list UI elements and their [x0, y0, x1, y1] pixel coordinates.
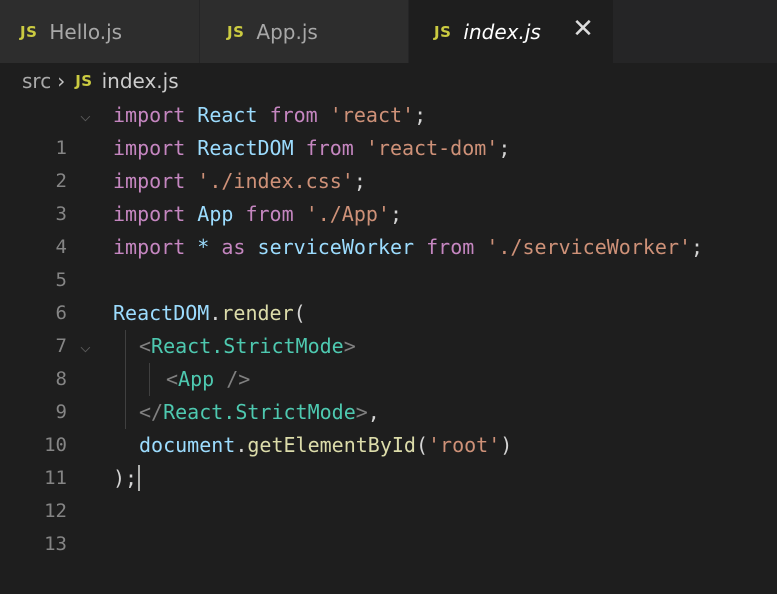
- tab-index-js[interactable]: JS index.js ✕: [409, 0, 614, 63]
- javascript-file-icon: JS: [75, 72, 93, 90]
- fold-chevron-icon[interactable]: ⌵: [80, 330, 91, 363]
- code-line: 13: [0, 495, 777, 555]
- code-editor[interactable]: 1 ⌵ import React from 'react'; 2 import …: [0, 99, 777, 555]
- code-line: 12 );: [0, 462, 777, 522]
- fold-chevron-icon[interactable]: ⌵: [80, 99, 91, 132]
- javascript-file-icon: JS: [20, 22, 38, 41]
- code-line: 1 ⌵ import React from 'react';: [0, 99, 777, 159]
- tab-label: App.js: [256, 19, 318, 44]
- chevron-right-icon: ›: [57, 69, 66, 93]
- javascript-file-icon: JS: [434, 22, 452, 41]
- text-cursor: [138, 465, 140, 491]
- code-line: 2 import ReactDOM from 'react-dom';: [0, 132, 777, 192]
- code-line: 9 <App />: [0, 363, 777, 423]
- code-line: 6: [0, 264, 777, 324]
- tab-bar: JS Hello.js JS App.js JS index.js ✕: [0, 0, 777, 63]
- breadcrumb-folder[interactable]: src: [22, 69, 51, 93]
- code-line: 10 </React.StrictMode>,: [0, 396, 777, 456]
- tab-app-js[interactable]: JS App.js: [200, 0, 409, 63]
- code-line: 7 ReactDOM.render(: [0, 297, 777, 357]
- tab-label: Hello.js: [49, 19, 123, 44]
- javascript-file-icon: JS: [227, 22, 245, 41]
- code-line: 11 document.getElementById('root'): [0, 429, 777, 489]
- tab-label: index.js: [463, 19, 541, 44]
- code-line: 4 import App from './App';: [0, 198, 777, 258]
- line-number: 13: [44, 533, 67, 555]
- code-line: 3 import './index.css';: [0, 165, 777, 225]
- breadcrumb-file[interactable]: index.js: [102, 69, 179, 93]
- code-line: 8 ⌵ <React.StrictMode>: [0, 330, 777, 390]
- close-icon[interactable]: ✕: [571, 16, 595, 42]
- code-line: 5 import * as serviceWorker from './serv…: [0, 231, 777, 291]
- tab-hello-js[interactable]: JS Hello.js: [0, 0, 200, 63]
- breadcrumb: src › JS index.js: [0, 63, 777, 99]
